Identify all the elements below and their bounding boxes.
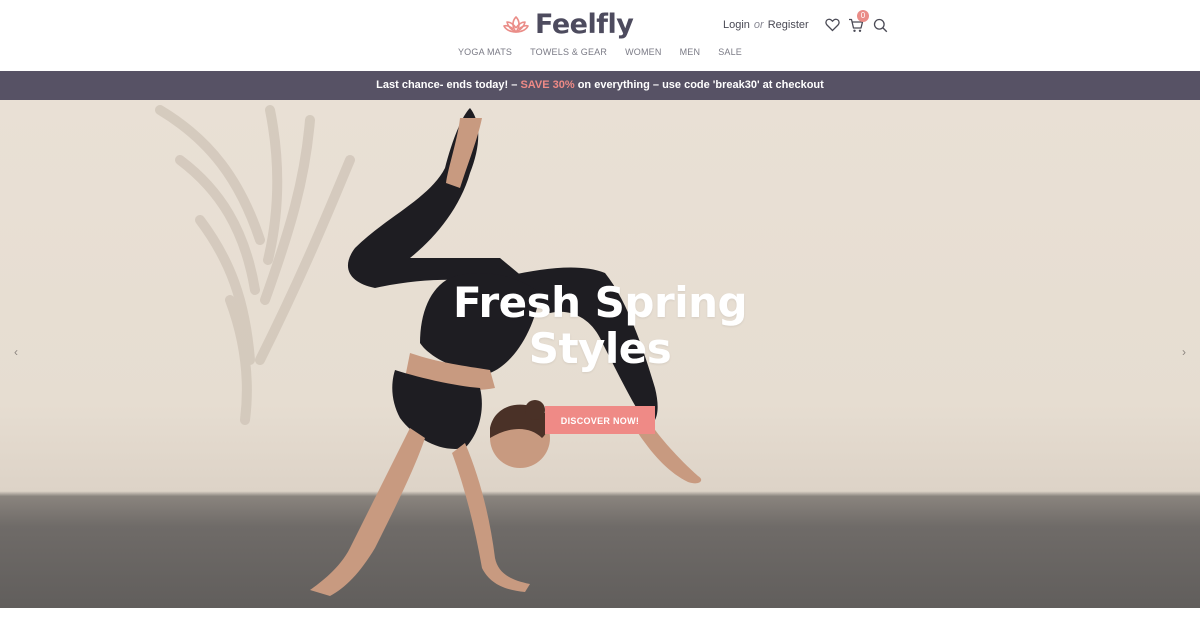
nav-item-women[interactable]: WOMEN — [625, 47, 662, 57]
brand-logo[interactable]: Feelfly — [503, 8, 634, 42]
cart-icon[interactable]: 0 — [848, 10, 869, 36]
hero-title-line-1: Fresh Spring — [452, 278, 748, 327]
brand-name: Feelfly — [535, 9, 634, 40]
lotus-icon — [503, 15, 529, 35]
hero-title-line-2: Styles — [528, 324, 672, 373]
nav-item-men[interactable]: MEN — [680, 47, 701, 57]
main-nav: YOGA MATS TOWELS & GEAR WOMEN MEN SALE — [0, 47, 1200, 57]
search-icon[interactable] — [872, 14, 888, 36]
nav-item-towels-gear[interactable]: TOWELS & GEAR — [530, 47, 607, 57]
hero-slider: Fresh Spring Styles DISCOVER NOW! ‹ › — [0, 100, 1200, 608]
account-or-text: or — [753, 19, 764, 31]
nav-item-yoga-mats[interactable]: YOGA MATS — [458, 47, 512, 57]
page-bottom-spacer — [0, 608, 1200, 627]
nav-item-sale[interactable]: SALE — [718, 47, 742, 57]
promo-text-after: on everything – use code 'break30' at ch… — [574, 79, 824, 91]
login-link[interactable]: Login — [723, 19, 750, 31]
hero-title: Fresh Spring Styles — [0, 280, 1200, 372]
promo-highlight: SAVE 30% — [520, 79, 575, 91]
discover-now-button[interactable]: DISCOVER NOW! — [545, 406, 655, 434]
heart-icon[interactable] — [824, 14, 840, 36]
promo-text-before: Last chance- ends today! – — [376, 79, 521, 91]
header-icons: 0 — [824, 10, 888, 36]
account-links: Login or Register — [723, 19, 809, 31]
chevron-left-icon[interactable]: ‹ — [14, 345, 18, 359]
cart-count-badge: 0 — [857, 10, 869, 22]
chevron-right-icon[interactable]: › — [1182, 345, 1186, 359]
site-header: Feelfly Login or Register 0 YOGA MATS TOWE… — [0, 0, 1200, 71]
register-link[interactable]: Register — [768, 19, 809, 31]
promo-banner: Last chance- ends today! – SAVE 30% on e… — [0, 71, 1200, 100]
